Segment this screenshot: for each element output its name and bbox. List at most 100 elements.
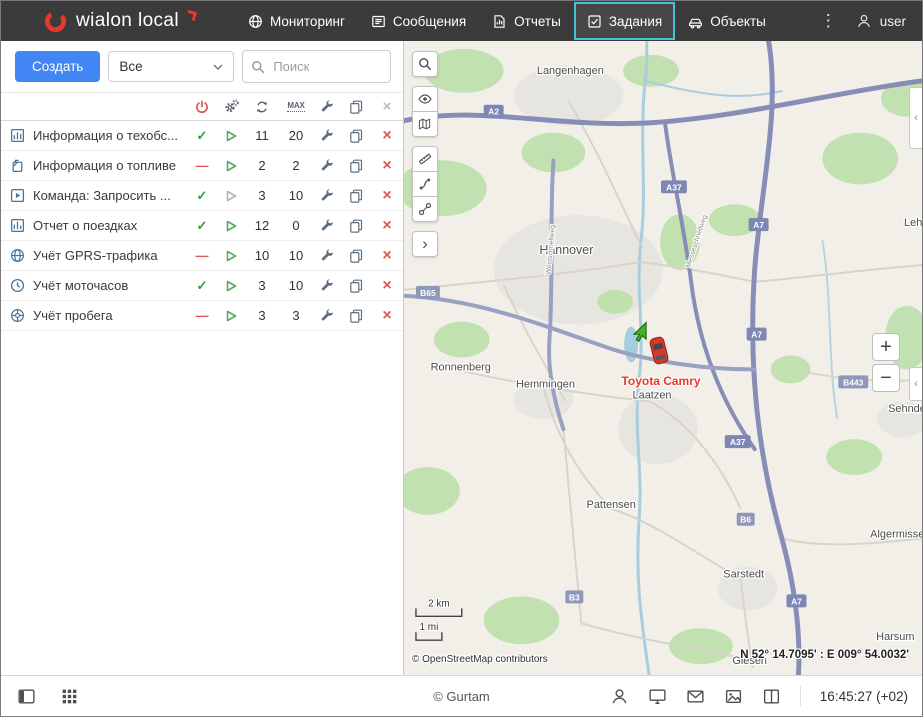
header-delete-column[interactable]: ×	[371, 99, 403, 114]
nav-jobs[interactable]: Задания	[574, 2, 675, 40]
contacts-button[interactable]	[610, 687, 629, 706]
job-state-toggle[interactable]: ✓	[187, 218, 217, 234]
job-run-button[interactable]	[217, 159, 245, 173]
job-delete-button[interactable]: ×	[371, 278, 403, 294]
map-panel-expand-button[interactable]: ›	[412, 231, 438, 257]
job-copy-button[interactable]	[341, 189, 371, 203]
nav-messages[interactable]: Сообщения	[358, 1, 479, 41]
job-state-toggle[interactable]: —	[187, 248, 217, 263]
collapsed-panel-handle-top[interactable]: ‹	[909, 87, 922, 149]
header-edit-column[interactable]	[313, 100, 341, 114]
apps-grid-button[interactable]	[60, 687, 79, 706]
nav-reports[interactable]: Отчеты	[479, 1, 574, 41]
svg-text:Hemmingen: Hemmingen	[516, 378, 575, 390]
job-delete-button[interactable]: ×	[371, 218, 403, 234]
more-menu-icon[interactable]: ⋮	[816, 11, 841, 31]
map-geofence-button[interactable]	[412, 196, 438, 222]
job-edit-button[interactable]	[313, 309, 341, 323]
maintenance-report-icon	[10, 128, 25, 143]
logo-text: wialon local	[76, 10, 179, 32]
job-state-toggle[interactable]: —	[187, 308, 217, 323]
map-ruler-button[interactable]	[412, 146, 438, 172]
job-copy-button[interactable]	[341, 159, 371, 173]
chevron-right-icon: ›	[422, 235, 428, 252]
job-row[interactable]: Информация о топливе — 2 2 ×	[1, 151, 403, 181]
job-run-button[interactable]	[217, 279, 245, 293]
job-run-button[interactable]	[217, 249, 245, 263]
job-edit-button[interactable]	[313, 219, 341, 233]
header-max-column[interactable]: MAX	[279, 101, 313, 112]
user-menu[interactable]: user	[856, 13, 906, 29]
job-edit-button[interactable]	[313, 279, 341, 293]
job-row[interactable]: Учёт GPRS-трафика — 10 10 ×	[1, 241, 403, 271]
job-row[interactable]: Отчет о поездках ✓ 12 0 ×	[1, 211, 403, 241]
job-run-button[interactable]	[217, 129, 245, 143]
job-state-toggle[interactable]: ✓	[187, 128, 217, 144]
job-copy-button[interactable]	[341, 279, 371, 293]
header-copy-column[interactable]	[341, 100, 371, 114]
map-visibility-button[interactable]	[412, 86, 438, 112]
job-row[interactable]: Учёт моточасов ✓ 3 10 ×	[1, 271, 403, 301]
chevron-down-icon	[213, 64, 223, 70]
image-button[interactable]	[724, 687, 743, 706]
ruler-icon	[418, 152, 432, 166]
job-copy-button[interactable]	[341, 249, 371, 263]
job-run-button[interactable]	[217, 189, 245, 203]
nav-monitoring[interactable]: Мониторинг	[235, 1, 358, 41]
job-delete-button[interactable]: ×	[371, 128, 403, 144]
job-name-cell[interactable]: Отчет о поездках	[1, 218, 187, 233]
map-track-button[interactable]	[412, 171, 438, 197]
job-state-toggle[interactable]: ✓	[187, 278, 217, 294]
command-icon	[10, 188, 25, 203]
job-state-toggle[interactable]: ✓	[187, 188, 217, 204]
wrench-icon	[320, 279, 334, 293]
job-name-cell[interactable]: Команда: Запросить ...	[1, 188, 187, 203]
job-edit-button[interactable]	[313, 159, 341, 173]
header-executions-column[interactable]	[245, 100, 279, 114]
main-area: Создать Все	[1, 41, 922, 675]
job-name-cell[interactable]: Учёт пробега	[1, 308, 187, 323]
job-delete-button[interactable]: ×	[371, 188, 403, 204]
job-delete-button[interactable]: ×	[371, 248, 403, 264]
mail-check-button[interactable]	[686, 687, 705, 706]
job-edit-button[interactable]	[313, 249, 341, 263]
job-edit-button[interactable]	[313, 189, 341, 203]
job-delete-button[interactable]: ×	[371, 158, 403, 174]
job-copy-button[interactable]	[341, 219, 371, 233]
job-row[interactable]: Команда: Запросить ... ✓ 3 10 ×	[1, 181, 403, 211]
job-copy-button[interactable]	[341, 129, 371, 143]
collapsed-panel-handle-mid[interactable]: ‹	[909, 367, 922, 401]
search-icon	[251, 60, 265, 74]
job-run-button[interactable]	[217, 309, 245, 323]
jobs-filter-dropdown[interactable]: Все	[108, 51, 234, 82]
eye-icon	[418, 92, 432, 106]
units-car-icon	[688, 14, 703, 29]
job-name-cell[interactable]: Информация о топливе	[1, 158, 187, 173]
toggle-left-panel-button[interactable]	[17, 687, 36, 706]
zoom-in-button[interactable]: +	[872, 333, 900, 361]
svg-text:A7: A7	[751, 330, 762, 340]
columns-button[interactable]	[762, 687, 781, 706]
map-search-button[interactable]	[412, 51, 438, 77]
map-attribution: © OpenStreetMap contributors	[412, 654, 548, 665]
zoom-out-button[interactable]: −	[872, 364, 900, 392]
monitor-button[interactable]	[648, 687, 667, 706]
job-state-toggle[interactable]: —	[187, 158, 217, 173]
job-name-cell[interactable]: Учёт GPRS-трафика	[1, 248, 187, 263]
job-edit-button[interactable]	[313, 129, 341, 143]
job-max-count: 10	[279, 188, 313, 203]
header-settings-column[interactable]	[217, 99, 245, 114]
nav-units[interactable]: Объекты	[675, 1, 779, 41]
job-copy-button[interactable]	[341, 309, 371, 323]
job-delete-button[interactable]: ×	[371, 308, 403, 324]
create-job-button[interactable]: Создать	[15, 51, 100, 82]
job-run-button[interactable]	[217, 219, 245, 233]
job-name-cell[interactable]: Информация о техобс...	[1, 128, 187, 143]
map-layers-button[interactable]	[412, 111, 438, 137]
map[interactable]: A2 A37 A7 A7 A7 A37 B65 B443 B6 B3 Lange…	[404, 41, 922, 675]
header-state-column[interactable]	[187, 100, 217, 114]
job-name-cell[interactable]: Учёт моточасов	[1, 278, 187, 293]
user-name: user	[880, 14, 906, 29]
job-row[interactable]: Информация о техобс... ✓ 11 20 ×	[1, 121, 403, 151]
job-row[interactable]: Учёт пробега — 3 3 ×	[1, 301, 403, 331]
